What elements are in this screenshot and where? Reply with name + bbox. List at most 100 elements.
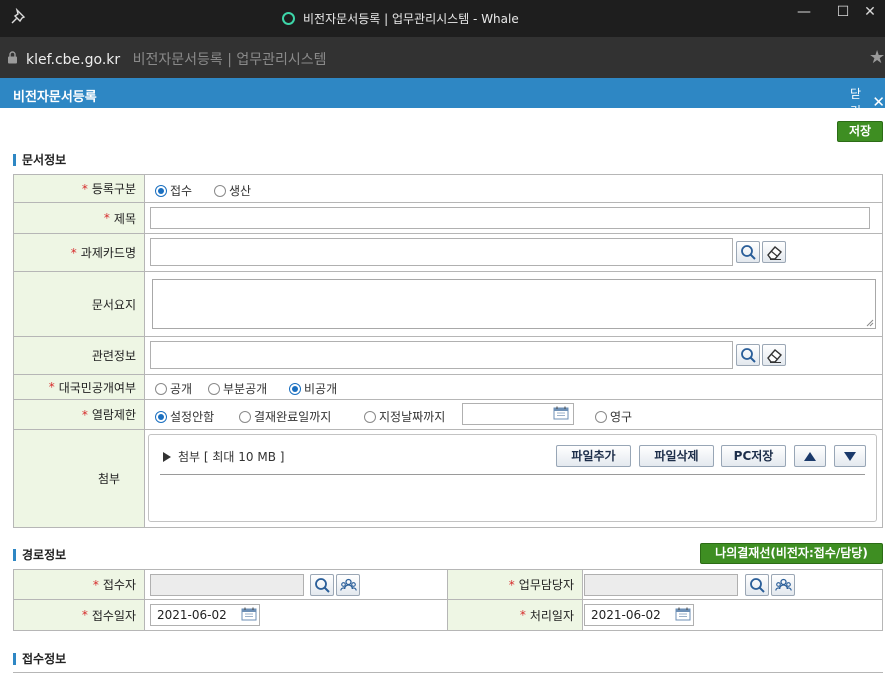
pc-save-button[interactable]: PC저장 [721,445,786,467]
expand-triangle-icon [163,451,171,462]
section-title-doc-info: 문서정보 [13,154,66,166]
radio-label: 영구 [610,410,633,424]
row-related: 관련정보 [13,337,883,375]
row-view-limit: * 열람제한 설정안함 결재완료일까지 지정날짜까지 영구 [13,400,883,430]
label-receiver: * 접수자 [13,570,145,599]
label-disclosure-text: 대국민공개여부 [58,380,136,395]
attach-divider [160,474,865,475]
row-dates: * 접수일자 2021-06-02 * 처리일자 2021-06-02 [13,600,883,631]
label-subject: * 제목 [13,203,145,233]
calendar-icon[interactable] [553,406,569,420]
radio-disclosure-partial[interactable]: 부분공개 [208,380,267,397]
cell-reg-type: 접수 생산 [145,175,883,202]
cell-receive-date: 2021-06-02 [145,600,448,630]
search-icon [315,578,330,593]
cell-related [145,337,883,374]
radio-limit-date[interactable]: 지정날짜까지 [364,408,445,425]
related-clear-button[interactable] [762,344,786,366]
my-approval-line-button[interactable]: 나의결재선(비전자:접수/담당) [700,543,883,564]
label-process-date-text: 처리일자 [529,608,574,623]
related-search-button[interactable] [736,344,760,366]
row-attach: 첨부 첨부 [ 최대 10 MB ] 파일추가 파일삭제 PC저장 [13,430,883,528]
move-up-button[interactable] [794,445,826,467]
receiver-input[interactable] [150,574,304,596]
minimize-button[interactable]: — [794,2,814,22]
radio-limit-permanent[interactable]: 영구 [595,408,632,425]
cell-disclosure: 공개 부분공개 비공개 [145,375,883,399]
radio-circle [155,382,167,395]
attach-header-text: 첨부 [ 최대 10 MB ] [178,450,285,464]
label-receive-date-text: 접수일자 [91,608,136,623]
radio-disclosure-public[interactable]: 공개 [155,380,192,397]
label-receiver-text: 접수자 [102,578,136,592]
radio-limit-none[interactable]: 설정안함 [155,408,214,425]
attach-box[interactable]: 첨부 [ 최대 10 MB ] 파일추가 파일삭제 PC저장 [148,434,877,522]
task-card-search-button[interactable] [736,241,760,263]
label-subject-text: 제목 [113,211,136,226]
whale-circle-icon [282,11,295,25]
resize-grip-icon[interactable] [866,319,874,327]
receiver-org-button[interactable] [336,574,360,596]
label-view-limit-text: 열람제한 [91,408,136,422]
calendar-icon[interactable] [241,607,257,621]
label-view-limit: * 열람제한 [13,400,145,429]
label-reg-type-text: 등록구분 [91,182,136,196]
address-bar[interactable]: klef.cbe.go.kr 비전자문서등록 | 업무관리시스템 ★ [0,37,885,78]
row-summary: 문서요지 [13,272,883,337]
pin-icon[interactable] [10,8,28,26]
calendar-icon[interactable] [675,607,691,621]
label-attach-text: 첨부 [97,472,121,486]
radio-reg-produce[interactable]: 생산 [214,182,251,199]
add-file-button[interactable]: 파일추가 [556,445,631,467]
save-button[interactable]: 저장 [837,121,883,142]
task-card-clear-button[interactable] [762,241,786,263]
radio-circle [289,382,301,395]
address-url[interactable]: klef.cbe.go.kr 비전자문서등록 | 업무관리시스템 [26,49,327,69]
cell-handler [583,570,883,599]
delete-file-button[interactable]: 파일삭제 [639,445,714,467]
task-card-input[interactable] [150,238,733,266]
related-input[interactable] [150,341,733,369]
receiver-search-button[interactable] [310,574,334,596]
popup-close-button[interactable]: 닫기 ✕ [850,85,885,119]
radio-circle [364,410,376,423]
section-title-route-info: 경로정보 [13,549,66,561]
close-window-button[interactable]: ✕ [860,2,880,22]
radio-label: 결재완료일까지 [254,410,332,424]
summary-textarea[interactable] [152,279,876,329]
radio-circle [214,184,226,197]
label-task-card-text: 과제카드명 [80,246,136,260]
cell-subject [145,203,883,233]
move-down-button[interactable] [834,445,866,467]
row-receiver: * 접수자 * 업무담당자 [13,570,883,600]
radio-circle [239,410,251,423]
radio-reg-receive[interactable]: 접수 [155,182,192,199]
label-task-card: * 과제카드명 [13,234,145,271]
label-handler-text: 업무담당자 [518,578,574,592]
handler-search-button[interactable] [745,574,769,596]
route-info-table: * 접수자 * 업무담당자 * 접수일자 2021-06-02 * 처리일자 2… [13,569,883,631]
label-disclosure: * 대국민공개여부 [13,375,145,399]
search-icon [750,578,765,593]
attach-header[interactable]: 첨부 [ 최대 10 MB ] [163,448,284,465]
radio-label: 접수 [170,184,193,198]
bookmark-star-icon[interactable]: ★ [869,47,885,68]
radio-limit-approval[interactable]: 결재완료일까지 [239,408,331,425]
radio-disclosure-private[interactable]: 비공개 [289,380,337,397]
handler-input[interactable] [584,574,738,596]
maximize-button[interactable]: ☐ [833,2,853,22]
required-mark: * [81,181,88,196]
label-related-text: 관련정보 [91,349,136,363]
label-summary-text: 문서요지 [91,297,136,312]
row-reg-type: * 등록구분 접수 생산 [13,175,883,203]
required-mark: * [519,608,526,622]
receipt-table-top-border [13,672,883,673]
label-summary: 문서요지 [13,272,145,336]
handler-org-button[interactable] [771,574,795,596]
required-mark: * [508,577,515,592]
subject-input[interactable] [150,207,870,229]
cell-summary [145,272,883,336]
cell-process-date: 2021-06-02 [583,600,883,630]
search-icon [741,348,756,363]
close-icon: ✕ [872,93,885,111]
